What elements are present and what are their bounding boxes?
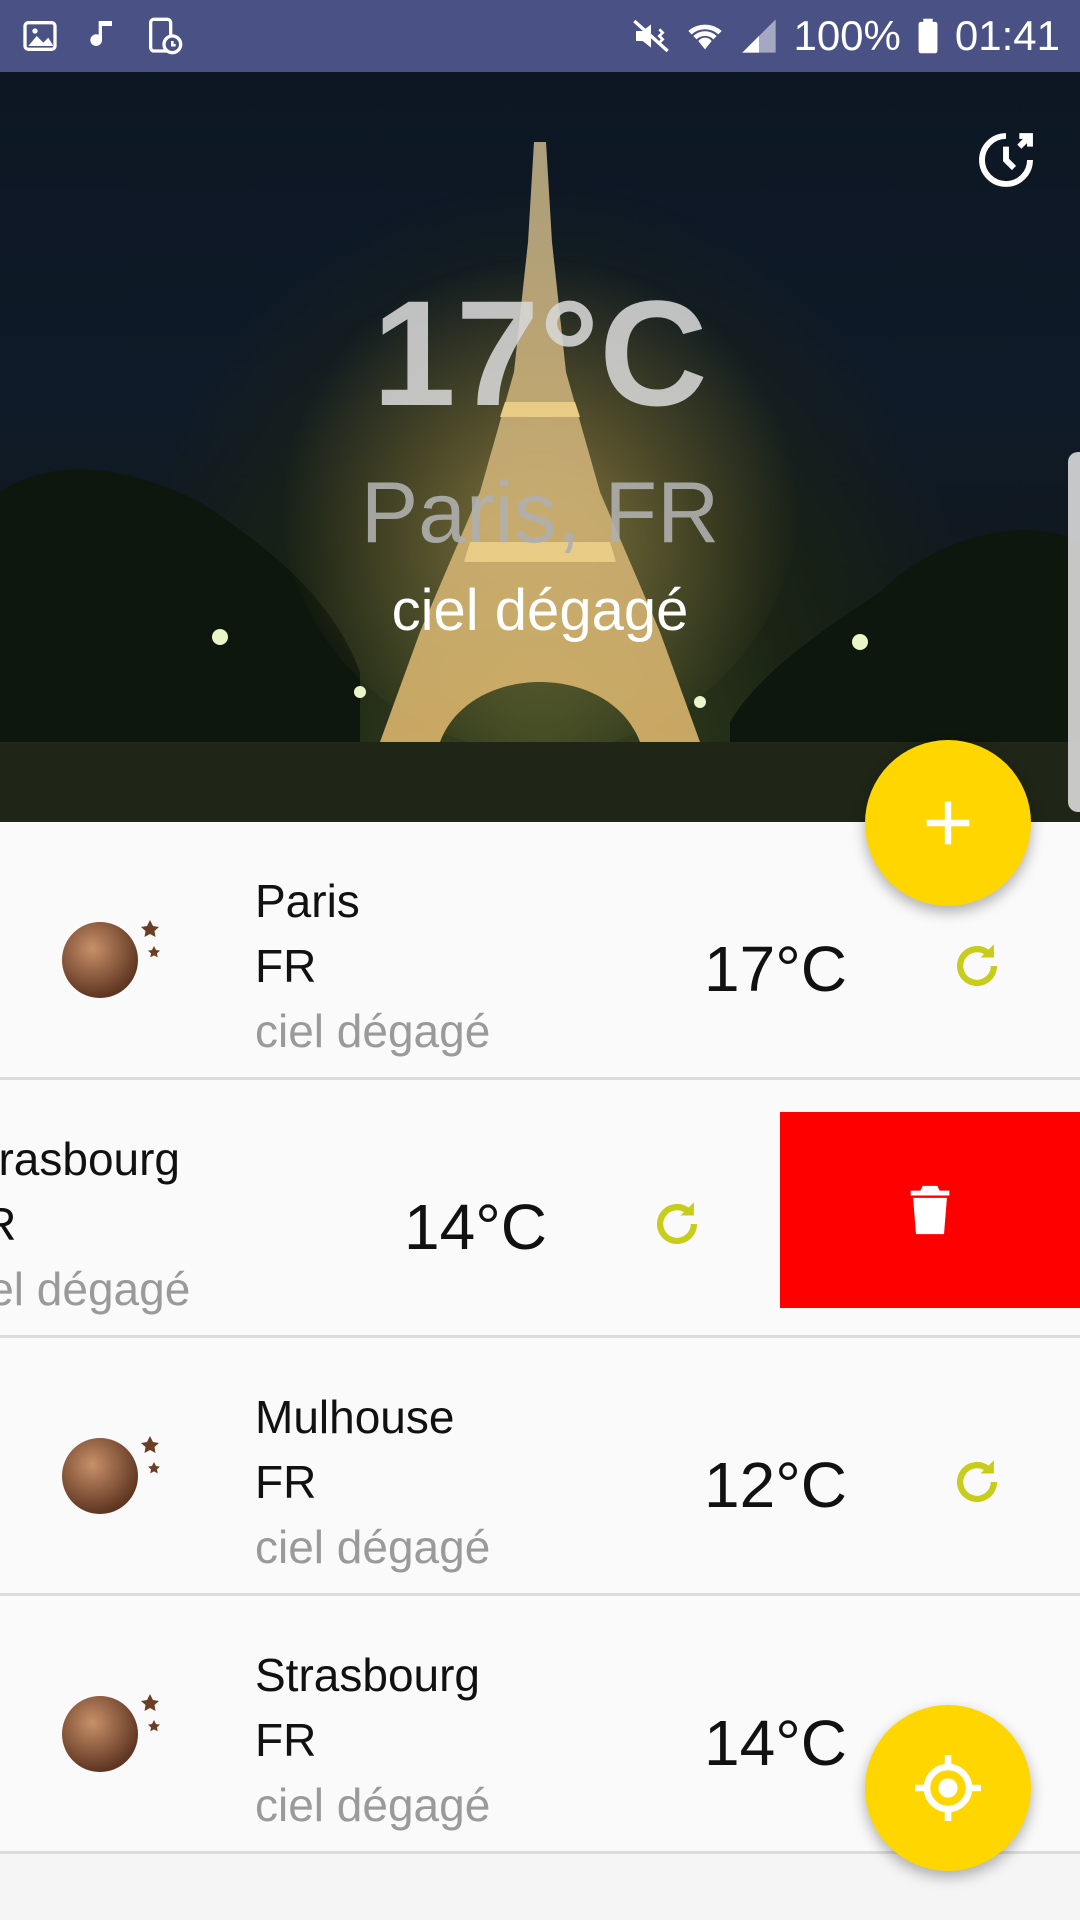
current-city: Paris, FR [360,465,720,561]
weather-description: ciel dégagé [0,1263,191,1315]
city-temperature: 12°C [704,1449,847,1521]
city-temperature: 14°C [404,1191,547,1263]
clear-night-moon-icon [62,1436,160,1514]
swiped-row-content[interactable]: Strasbourg FR ciel dégagé 14°C [0,1080,780,1335]
weather-description: ciel dégagé [255,1005,491,1057]
status-bar: 100% 01:41 [0,0,1080,72]
battery-percent: 100% [793,12,901,59]
city-temperature: 17°C [704,933,847,1005]
battery-icon [915,16,941,56]
history-button[interactable] [974,128,1038,192]
signal-icon [739,16,779,56]
city-row-swiped[interactable]: Strasbourg FR ciel dégagé 14°C [0,1080,1080,1338]
history-clock-icon [979,133,1033,187]
current-description: ciel dégagé [391,578,689,643]
city-name: Paris [255,875,360,927]
add-city-button[interactable] [865,740,1031,906]
current-temperature: 17°C [372,269,708,437]
city-name: Strasbourg [0,1133,181,1185]
city-temperature: 14°C [704,1707,847,1779]
city-list: Paris FR ciel dégagé 17°C Strasbourg FR … [0,822,1080,1854]
country-code: FR [255,1714,317,1766]
mute-vibrate-icon [631,16,671,56]
country-code: FR [255,1456,317,1508]
refresh-icon[interactable] [948,1453,1006,1511]
my-location-icon [915,1755,981,1821]
my-location-button[interactable] [865,1705,1031,1871]
city-name: Mulhouse [255,1391,455,1443]
weather-description: ciel dégagé [255,1521,491,1573]
weather-description: ciel dégagé [255,1779,491,1831]
clock: 01:41 [954,12,1060,59]
delete-button[interactable] [780,1112,1080,1308]
city-row[interactable]: Mulhouse FR ciel dégagé 12°C [0,1338,1080,1596]
screenshot-icon [144,16,184,56]
clear-night-moon-icon [62,920,160,998]
refresh-icon[interactable] [648,1195,706,1253]
trash-icon [910,1185,950,1235]
plus-icon [926,801,970,845]
city-name: Strasbourg [255,1649,481,1701]
edge-panel-handle[interactable] [1068,452,1080,812]
eiffel-tower-background-image [0,142,1080,822]
refresh-icon[interactable] [948,937,1006,995]
music-note-icon [82,16,122,56]
wifi-icon [685,16,725,56]
clear-night-moon-icon [62,1694,160,1772]
country-code: FR [0,1197,16,1251]
gallery-icon [20,16,60,56]
hero-header: 17°C Paris, FR ciel dégagé [0,72,1080,822]
country-code: FR [255,940,317,992]
